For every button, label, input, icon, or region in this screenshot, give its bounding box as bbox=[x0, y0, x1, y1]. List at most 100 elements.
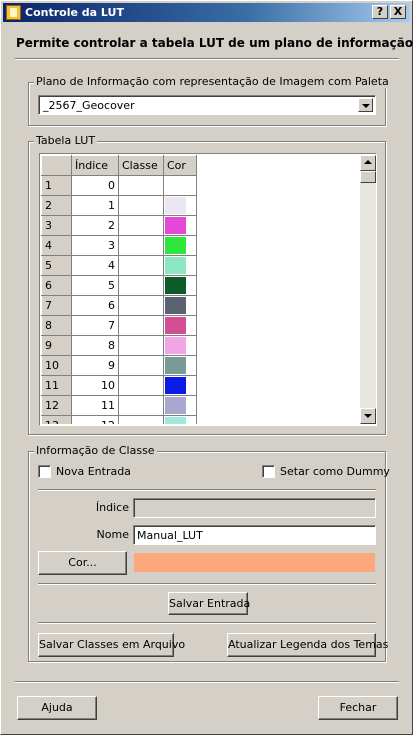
cor-preview-swatch bbox=[133, 552, 376, 573]
table-row[interactable]: 21 bbox=[41, 195, 197, 216]
corner-header[interactable] bbox=[41, 155, 72, 176]
cell-cor[interactable] bbox=[163, 355, 197, 376]
cell-cor[interactable] bbox=[163, 395, 197, 416]
row-header[interactable]: 1 bbox=[41, 175, 72, 196]
cell-indice[interactable]: 6 bbox=[71, 295, 119, 316]
plano-select[interactable]: _2567_Geocover bbox=[38, 95, 376, 115]
salvar-classes-button[interactable]: Salvar Classes em Arquivo bbox=[38, 633, 185, 657]
column-header-classe[interactable]: Classe bbox=[118, 155, 164, 176]
row-header[interactable]: 13 bbox=[41, 415, 72, 424]
fechar-button[interactable]: Fechar bbox=[318, 696, 398, 720]
cell-classe[interactable] bbox=[118, 355, 164, 376]
table-row[interactable]: 76 bbox=[41, 295, 197, 316]
cell-cor[interactable] bbox=[163, 415, 197, 424]
lut-table[interactable]: Índice Classe Cor 1 0 2 1 3 2 4 3 5 4 6 5 7 6 8 7 9 8 10 9 1… bbox=[39, 153, 377, 426]
cell-cor[interactable] bbox=[163, 375, 197, 396]
table-row[interactable]: 65 bbox=[41, 275, 197, 296]
chevron-down-icon bbox=[364, 414, 372, 418]
plano-selected-value: _2567_Geocover bbox=[43, 99, 135, 112]
cell-indice[interactable]: 5 bbox=[71, 275, 119, 296]
row-header[interactable]: 7 bbox=[41, 295, 72, 316]
cell-indice[interactable]: 10 bbox=[71, 375, 119, 396]
help-title-button[interactable]: ? bbox=[372, 5, 388, 19]
cell-classe[interactable] bbox=[118, 415, 164, 424]
salvar-entrada-button[interactable]: Salvar Entrada bbox=[168, 592, 250, 615]
row-header[interactable]: 12 bbox=[41, 395, 72, 416]
cell-classe[interactable] bbox=[118, 235, 164, 256]
cell-classe[interactable] bbox=[118, 335, 164, 356]
cell-cor[interactable] bbox=[163, 195, 197, 216]
cell-indice[interactable]: 3 bbox=[71, 235, 119, 256]
dropdown-button[interactable] bbox=[358, 98, 373, 112]
cell-classe[interactable] bbox=[118, 195, 164, 216]
cell-indice[interactable]: 2 bbox=[71, 215, 119, 236]
cell-classe[interactable] bbox=[118, 275, 164, 296]
cell-cor[interactable] bbox=[163, 315, 197, 336]
table-row[interactable]: 98 bbox=[41, 335, 197, 356]
color-swatch bbox=[165, 337, 186, 354]
dummy-label[interactable]: Setar como Dummy bbox=[280, 465, 390, 478]
cell-cor[interactable] bbox=[163, 235, 197, 256]
scroll-up-button[interactable] bbox=[360, 155, 376, 171]
scroll-down-button[interactable] bbox=[360, 408, 376, 424]
color-swatch bbox=[165, 177, 186, 194]
table-row[interactable]: 43 bbox=[41, 235, 197, 256]
cell-cor[interactable] bbox=[163, 295, 197, 316]
cell-indice[interactable]: 8 bbox=[71, 335, 119, 356]
cor-button[interactable]: Cor... bbox=[38, 551, 127, 575]
cell-indice[interactable]: 7 bbox=[71, 315, 119, 336]
table-row[interactable]: 32 bbox=[41, 215, 197, 236]
dummy-checkbox[interactable] bbox=[262, 465, 275, 478]
cell-cor[interactable] bbox=[163, 215, 197, 236]
title-bar[interactable]: Controle da LUT ? X bbox=[3, 3, 410, 22]
nova-entrada-checkbox[interactable] bbox=[38, 465, 51, 478]
cell-cor[interactable] bbox=[163, 275, 197, 296]
nova-entrada-label[interactable]: Nova Entrada bbox=[56, 465, 131, 478]
cell-indice[interactable]: 9 bbox=[71, 355, 119, 376]
table-row[interactable]: 87 bbox=[41, 315, 197, 336]
table-row[interactable]: 1312 bbox=[41, 415, 197, 424]
column-header-cor[interactable]: Cor bbox=[163, 155, 197, 176]
cell-cor[interactable] bbox=[163, 335, 197, 356]
row-header[interactable]: 6 bbox=[41, 275, 72, 296]
cell-classe[interactable] bbox=[118, 295, 164, 316]
cell-classe[interactable] bbox=[118, 375, 164, 396]
cell-classe[interactable] bbox=[118, 175, 164, 196]
row-header[interactable]: 5 bbox=[41, 255, 72, 276]
nome-label: Nome bbox=[96, 528, 129, 541]
table-row[interactable]: 11 10 bbox=[41, 375, 197, 396]
row-header[interactable]: 8 bbox=[41, 315, 72, 336]
cell-classe[interactable] bbox=[118, 395, 164, 416]
row-header[interactable]: 10 bbox=[41, 355, 72, 376]
cell-cor[interactable] bbox=[163, 255, 197, 276]
heading-divider bbox=[15, 58, 399, 60]
cell-classe[interactable] bbox=[118, 315, 164, 336]
nome-field[interactable]: Manual_LUT bbox=[133, 525, 376, 545]
color-swatch bbox=[165, 417, 186, 424]
row-header[interactable]: 2 bbox=[41, 195, 72, 216]
cell-indice[interactable]: 1 bbox=[71, 195, 119, 216]
cell-indice[interactable]: 0 bbox=[71, 175, 119, 196]
row-header[interactable]: 9 bbox=[41, 335, 72, 356]
cell-indice[interactable]: 11 bbox=[71, 395, 119, 416]
color-swatch bbox=[165, 217, 186, 234]
atualizar-legenda-button[interactable]: Atualizar Legenda dos Temas bbox=[227, 633, 388, 657]
column-header-indice[interactable]: Índice bbox=[71, 155, 119, 176]
scroll-thumb[interactable] bbox=[360, 171, 376, 183]
cell-cor[interactable] bbox=[163, 175, 197, 196]
row-header[interactable]: 4 bbox=[41, 235, 72, 256]
table-row[interactable]: 12 11 bbox=[41, 395, 197, 416]
ajuda-button[interactable]: Ajuda bbox=[17, 696, 97, 720]
table-row[interactable]: 10 bbox=[41, 175, 197, 196]
cell-indice[interactable]: 4 bbox=[71, 255, 119, 276]
indice-field[interactable] bbox=[133, 498, 376, 518]
close-title-button[interactable]: X bbox=[390, 5, 406, 19]
cell-indice[interactable]: 12 bbox=[71, 415, 119, 424]
cell-classe[interactable] bbox=[118, 215, 164, 236]
cell-classe[interactable] bbox=[118, 255, 164, 276]
table-row[interactable]: 54 bbox=[41, 255, 197, 276]
row-header[interactable]: 3 bbox=[41, 215, 72, 236]
table-vertical-scrollbar[interactable] bbox=[360, 155, 376, 424]
row-header[interactable]: 11 bbox=[41, 375, 72, 396]
table-row[interactable]: 10 9 bbox=[41, 355, 197, 376]
